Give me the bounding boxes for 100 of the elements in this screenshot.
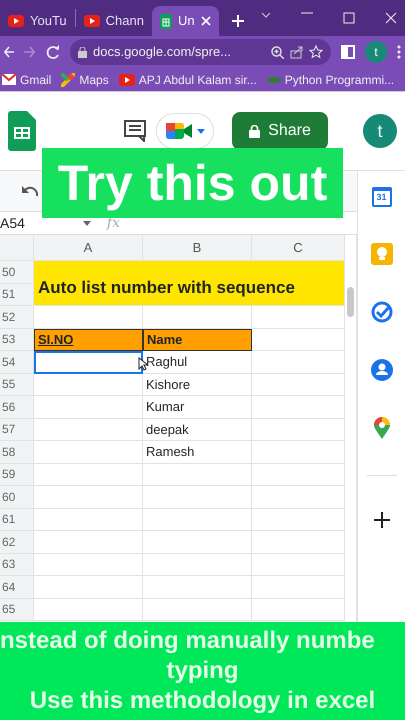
scrollbar-thumb[interactable] (347, 287, 354, 317)
table-cell[interactable]: SI.NO (34, 328, 143, 351)
table-cell[interactable] (34, 374, 143, 396)
table-cell[interactable]: Kumar (143, 396, 252, 418)
chevron-down-icon[interactable] (261, 12, 271, 18)
spreadsheet-logo-icon[interactable] (8, 111, 36, 151)
forward-arrow-icon[interactable] (24, 46, 36, 58)
share-icon[interactable] (290, 46, 303, 58)
maximize-icon[interactable] (343, 12, 355, 24)
table-cell[interactable] (143, 554, 252, 576)
side-panel-icon[interactable] (341, 45, 355, 59)
map-pin-icon[interactable] (374, 417, 390, 439)
cell-text: Kishore (146, 376, 190, 394)
scrollbar-track[interactable] (345, 235, 357, 621)
column-header[interactable]: C (252, 235, 345, 261)
calendar-icon[interactable]: 31 (372, 187, 392, 207)
row-number[interactable]: 65 (0, 598, 34, 621)
reload-icon[interactable] (46, 45, 60, 59)
row-number[interactable]: 56 (0, 396, 34, 418)
star-icon[interactable] (309, 45, 323, 59)
share-button[interactable]: Share (232, 112, 328, 150)
table-cell[interactable] (34, 396, 143, 418)
row-number[interactable]: 62 (0, 531, 34, 554)
caret-icon[interactable] (82, 220, 91, 226)
back-arrow-icon[interactable] (4, 46, 14, 58)
table-cell[interactable] (252, 351, 345, 374)
zoom-icon[interactable] (271, 46, 284, 58)
account-avatar[interactable]: t (363, 114, 397, 148)
bookmark[interactable]: APJ Abdul Kalam sir... (118, 70, 257, 88)
table-cell[interactable]: Ramesh (143, 441, 252, 464)
table-cell[interactable] (252, 418, 345, 441)
table-cell[interactable] (252, 441, 345, 464)
table-cell[interactable] (34, 486, 143, 508)
row-number[interactable]: 50 (0, 261, 34, 284)
url-text: docs.google.com/spre... (93, 43, 232, 62)
add-icon[interactable] (374, 512, 390, 528)
row-number[interactable]: 58 (0, 441, 34, 464)
table-cell[interactable] (34, 554, 143, 576)
table-cell[interactable] (252, 576, 345, 598)
column-header[interactable]: A (34, 235, 143, 261)
name-box[interactable]: A54 (0, 212, 25, 234)
table-cell[interactable] (143, 531, 252, 554)
table-cell[interactable] (252, 396, 345, 418)
caption-text: Use this methodology in excel (30, 686, 376, 716)
table-cell[interactable] (34, 464, 143, 486)
row-number[interactable]: 64 (0, 576, 34, 598)
person-icon[interactable] (370, 359, 392, 381)
new-tab-icon[interactable] (230, 14, 245, 28)
table-cell[interactable] (143, 576, 252, 598)
row-number[interactable]: 53 (0, 328, 34, 351)
table-cell[interactable] (252, 486, 345, 508)
column-header[interactable]: B (143, 235, 252, 261)
bookmark[interactable]: Maps (61, 70, 109, 88)
table-cell[interactable]: Kishore (143, 374, 252, 396)
table-cell[interactable] (34, 418, 143, 441)
table-cell[interactable]: Name (143, 328, 252, 351)
corner-cell[interactable] (0, 235, 34, 261)
bookmark[interactable]: Python Programmi... (266, 70, 394, 88)
table-cell[interactable] (34, 508, 143, 531)
table-cell[interactable] (143, 508, 252, 531)
row-number[interactable]: 59 (0, 464, 34, 486)
row-number[interactable]: 57 (0, 418, 34, 441)
undo-icon[interactable] (22, 185, 38, 197)
table-cell[interactable] (143, 598, 252, 621)
table-cell[interactable] (143, 486, 252, 508)
table-cell[interactable] (143, 464, 252, 486)
table-cell[interactable] (252, 328, 345, 351)
minimize-icon[interactable] (301, 12, 313, 14)
profile-avatar[interactable]: t (365, 41, 387, 63)
browser-tab[interactable]: YouTu (0, 6, 75, 36)
table-cell[interactable] (34, 576, 143, 598)
row-number[interactable]: 51 (0, 284, 34, 306)
close-icon[interactable] (385, 12, 397, 24)
row-number[interactable]: 52 (0, 306, 34, 328)
check-circle-icon[interactable] (370, 301, 392, 323)
table-cell[interactable] (34, 531, 143, 554)
bookmark[interactable]: Gmail (2, 70, 52, 88)
comment-icon[interactable] (124, 120, 146, 142)
table-cell[interactable] (34, 441, 143, 464)
browser-tab[interactable]: Un (152, 6, 219, 36)
row-number[interactable]: 55 (0, 374, 34, 396)
table-cell[interactable] (252, 306, 345, 328)
row-number[interactable]: 63 (0, 554, 34, 576)
table-cell[interactable]: Raghul (143, 351, 252, 374)
more-icon[interactable] (397, 45, 401, 59)
table-cell[interactable] (252, 554, 345, 576)
table-cell[interactable] (252, 531, 345, 554)
row-number[interactable]: 60 (0, 486, 34, 508)
table-cell[interactable] (252, 464, 345, 486)
address-bar[interactable]: docs.google.com/spre... (70, 39, 331, 65)
browser-tab[interactable]: Chann (76, 6, 152, 36)
table-cell[interactable] (252, 374, 345, 396)
table-cell[interactable]: deepak (143, 418, 252, 441)
table-cell[interactable] (252, 508, 345, 531)
lightbulb-icon[interactable] (370, 243, 392, 265)
row-number[interactable]: 54 (0, 351, 34, 374)
table-cell[interactable] (252, 598, 345, 621)
banner-title: Auto list number with sequence (38, 276, 295, 298)
table-cell[interactable] (34, 598, 143, 621)
row-number[interactable]: 61 (0, 508, 34, 531)
